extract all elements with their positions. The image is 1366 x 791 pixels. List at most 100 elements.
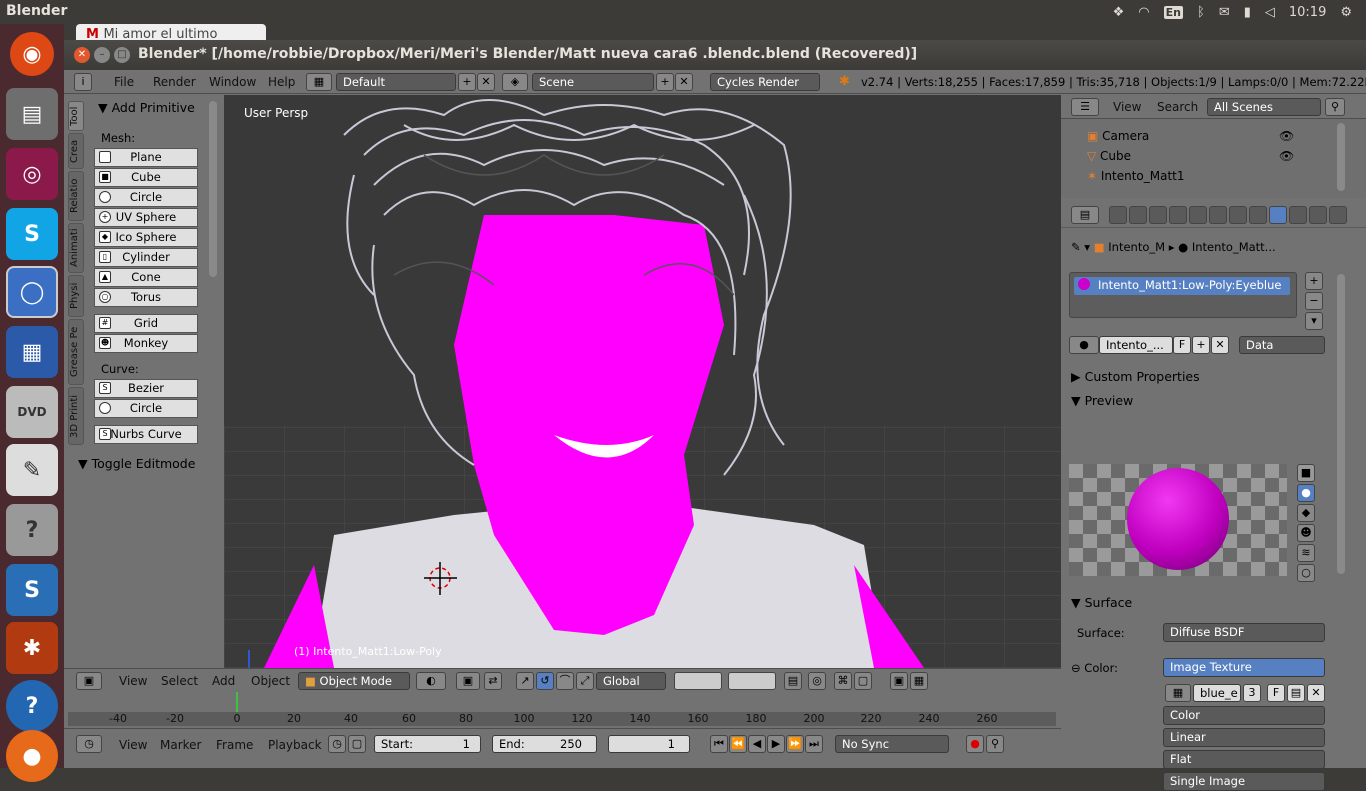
- layers-group-2[interactable]: [728, 672, 776, 690]
- visibility-eye-icon[interactable]: 👁: [1279, 129, 1294, 143]
- browse-material-button[interactable]: ●: [1069, 336, 1099, 354]
- scale-icon[interactable]: ⤢: [576, 672, 594, 690]
- image-fake-user-button[interactable]: F: [1267, 684, 1285, 702]
- outliner-scrollbar[interactable]: [1337, 123, 1345, 191]
- sync-dropdown[interactable]: No Sync: [835, 735, 949, 753]
- minimize-window-button[interactable]: –: [94, 47, 110, 63]
- preview-sphere-icon[interactable]: ●: [1297, 484, 1315, 502]
- dropbox-icon[interactable]: ❖: [1113, 5, 1125, 20]
- add-cylinder-button[interactable]: ▯ Cylinder: [94, 248, 198, 267]
- material-tab-icon[interactable]: [1269, 206, 1287, 224]
- frame-ruler[interactable]: [68, 712, 1056, 726]
- add-grid-button[interactable]: # Grid: [94, 314, 198, 333]
- timeline-menu-frame[interactable]: Frame: [216, 738, 253, 752]
- fake-user-button[interactable]: F: [1173, 336, 1191, 354]
- info-editor-icon[interactable]: i: [74, 73, 92, 91]
- link-dropdown[interactable]: Data: [1239, 336, 1325, 354]
- writer-icon[interactable]: ▦: [6, 326, 58, 378]
- visibility-eye-icon[interactable]: 👁: [1279, 149, 1294, 163]
- editor-type-icon[interactable]: ▣: [76, 672, 102, 690]
- tab-3d-printing[interactable]: 3D Printi: [68, 387, 84, 445]
- current-frame-indicator[interactable]: [236, 692, 238, 712]
- pin-icon[interactable]: ✎: [1071, 240, 1084, 254]
- tab-physics[interactable]: Physi: [68, 275, 84, 317]
- chromium-icon[interactable]: ◯: [6, 266, 58, 318]
- python-icon[interactable]: ?: [6, 680, 58, 732]
- preview-cube-icon[interactable]: ◆: [1297, 504, 1315, 522]
- menu-view[interactable]: View: [119, 674, 147, 688]
- ubuntu-dash-icon[interactable]: ◉: [10, 32, 54, 76]
- open-image-icon[interactable]: ▤: [1287, 684, 1305, 702]
- add-cube-button[interactable]: ■ Cube: [94, 168, 198, 187]
- shading-dropdown[interactable]: ◐: [416, 672, 446, 690]
- pivot-icon[interactable]: ▣: [456, 672, 480, 690]
- jump-start-icon[interactable]: ⏮: [710, 735, 728, 753]
- outliner-menu-view[interactable]: View: [1113, 100, 1141, 114]
- preview-monkey-icon[interactable]: ☻: [1297, 524, 1315, 542]
- lock-layers-icon[interactable]: ▤: [784, 672, 802, 690]
- add-torus-button[interactable]: ○ Torus: [94, 288, 198, 307]
- material-slot-specials-button[interactable]: ▾: [1305, 312, 1323, 330]
- add-plane-button[interactable]: Plane: [94, 148, 198, 167]
- proportional-edit-icon[interactable]: ◎: [808, 672, 826, 690]
- firefox-icon[interactable]: ●: [6, 730, 58, 782]
- manipulator-toggle[interactable]: ⇄: [484, 672, 502, 690]
- render-engine-dropdown[interactable]: Cycles Render: [710, 73, 820, 91]
- 3d-viewport[interactable]: User Persp (1) Intento_Matt1:Low-Poly: [224, 95, 1061, 668]
- toggle-editmode-panel[interactable]: ▼ Toggle Editmode: [78, 456, 195, 471]
- curve-icon[interactable]: ⌒: [556, 672, 574, 690]
- scene-field[interactable]: Scene: [532, 73, 654, 91]
- add-material-slot-button[interactable]: +: [1305, 272, 1323, 290]
- add-scene-button[interactable]: +: [656, 73, 674, 91]
- add-bezier-circle-button[interactable]: Circle: [94, 399, 198, 418]
- add-uv-sphere-button[interactable]: + UV Sphere: [94, 208, 198, 227]
- projection-dropdown[interactable]: Flat: [1163, 750, 1325, 769]
- properties-editor-icon[interactable]: ▤: [1071, 206, 1099, 224]
- add-monkey-button[interactable]: ☻ Monkey: [94, 334, 198, 353]
- timeline-menu-view[interactable]: View: [119, 738, 147, 752]
- constraints-tab-icon[interactable]: [1209, 206, 1227, 224]
- menu-select[interactable]: Select: [161, 674, 198, 688]
- unlink-material-button[interactable]: ✕: [1211, 336, 1229, 354]
- add-bezier-button[interactable]: S Bezier: [94, 379, 198, 398]
- transmission-icon[interactable]: S: [6, 564, 58, 616]
- orientation-dropdown[interactable]: Global: [596, 672, 666, 690]
- snap-icon[interactable]: ⌘: [834, 672, 852, 690]
- render-animation-icon[interactable]: ▦: [910, 672, 928, 690]
- particles-tab-icon[interactable]: [1309, 206, 1327, 224]
- render-tab-icon[interactable]: [1109, 206, 1127, 224]
- tab-relations[interactable]: Relatio: [68, 171, 84, 221]
- modifiers-tab-icon[interactable]: [1229, 206, 1247, 224]
- new-material-button[interactable]: +: [1192, 336, 1210, 354]
- layers-group-1[interactable]: [674, 672, 722, 690]
- outliner-row-cube[interactable]: ▽ Cube: [1087, 149, 1131, 163]
- properties-scrollbar[interactable]: [1337, 274, 1345, 574]
- outliner-menu-search[interactable]: Search: [1157, 100, 1198, 114]
- data-tab-icon[interactable]: [1249, 206, 1267, 224]
- outliner-row-intento-matt1[interactable]: ✶ Intento_Matt1: [1087, 169, 1185, 183]
- wifi-icon[interactable]: ◠: [1138, 5, 1149, 20]
- rotate-icon[interactable]: ↺: [536, 672, 554, 690]
- keying-icon[interactable]: ▢: [348, 735, 366, 753]
- help-icon[interactable]: ?: [6, 504, 58, 556]
- add-layout-button[interactable]: +: [458, 73, 476, 91]
- skype-icon[interactable]: S: [6, 208, 58, 260]
- custom-properties-panel[interactable]: ▶ Custom Properties: [1071, 369, 1200, 384]
- render-opengl-icon[interactable]: ▣: [890, 672, 908, 690]
- interpolation-dropdown[interactable]: Linear: [1163, 728, 1325, 747]
- preview-panel[interactable]: ▼ Preview: [1071, 393, 1133, 408]
- screen-layout-field[interactable]: Default: [336, 73, 456, 91]
- keying-set-icon[interactable]: ⚲: [986, 735, 1004, 753]
- surface-shader-dropdown[interactable]: Diffuse BSDF: [1163, 623, 1325, 642]
- unlink-image-button[interactable]: ✕: [1307, 684, 1325, 702]
- start-frame-field[interactable]: Start: 1: [374, 735, 481, 753]
- keyboard-indicator[interactable]: En: [1163, 5, 1183, 19]
- clock[interactable]: 10:19: [1289, 5, 1326, 20]
- volume-icon[interactable]: ◁: [1265, 5, 1275, 20]
- menu-file[interactable]: File: [114, 75, 134, 89]
- add-cone-button[interactable]: ▲ Cone: [94, 268, 198, 287]
- bluetooth-icon[interactable]: ᛒ: [1197, 5, 1205, 20]
- add-circle-button[interactable]: Circle: [94, 188, 198, 207]
- files-icon[interactable]: ▤: [6, 88, 58, 140]
- jump-end-icon[interactable]: ⏭: [805, 735, 823, 753]
